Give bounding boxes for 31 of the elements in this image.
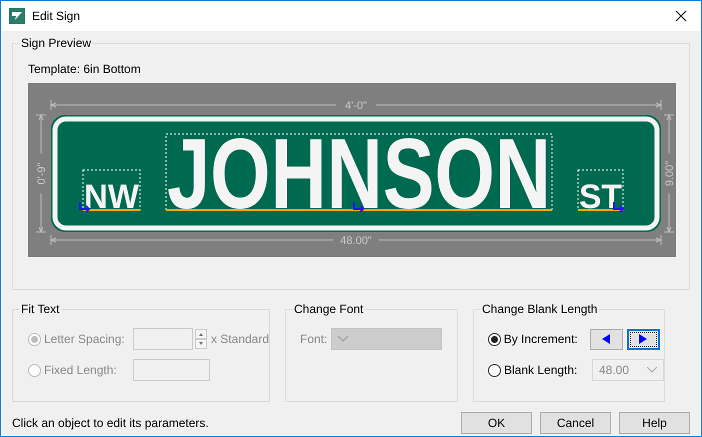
option-label: Blank Length: xyxy=(504,363,578,377)
group-title: Change Font xyxy=(292,302,366,316)
dialog-button[interactable]: Cancel xyxy=(540,412,611,434)
right-triangle-icon xyxy=(639,334,648,344)
option-label: By Increment: xyxy=(504,332,579,346)
status-text: Click an object to edit its parameters. xyxy=(12,416,209,430)
decrease-button[interactable] xyxy=(590,328,623,350)
radio-button[interactable] xyxy=(488,364,501,376)
chevron-down-icon xyxy=(647,367,657,373)
group-title: Fit Text xyxy=(19,302,62,316)
template-label: Template: 6in Bottom xyxy=(28,62,142,76)
left-triangle-icon xyxy=(602,334,610,344)
radio-button[interactable] xyxy=(488,332,501,346)
dimension-label: 0'-9" xyxy=(36,162,48,184)
spinner-arrows-icon xyxy=(194,329,207,349)
group-title: Sign Preview xyxy=(19,36,94,50)
window-title: Edit Sign xyxy=(32,9,82,23)
app-logo-icon xyxy=(9,8,25,24)
increase-button[interactable] xyxy=(626,328,660,350)
dialog-button[interactable]: OK xyxy=(461,412,532,434)
chevron-down-icon xyxy=(338,336,348,342)
unit-label: x Standard xyxy=(210,332,269,346)
font-label: Font: xyxy=(300,332,328,346)
close-icon xyxy=(675,10,687,22)
option-label: Fixed Length: xyxy=(44,363,118,377)
dimension-label: 4'-0" xyxy=(345,100,367,112)
group-title: Change Blank Length xyxy=(480,302,600,316)
dimension-label: 9.00" xyxy=(664,160,676,186)
dimension-label: 48.00" xyxy=(340,235,372,247)
dialog-button[interactable]: Help xyxy=(619,412,690,434)
option-label: Letter Spacing: xyxy=(44,332,126,346)
